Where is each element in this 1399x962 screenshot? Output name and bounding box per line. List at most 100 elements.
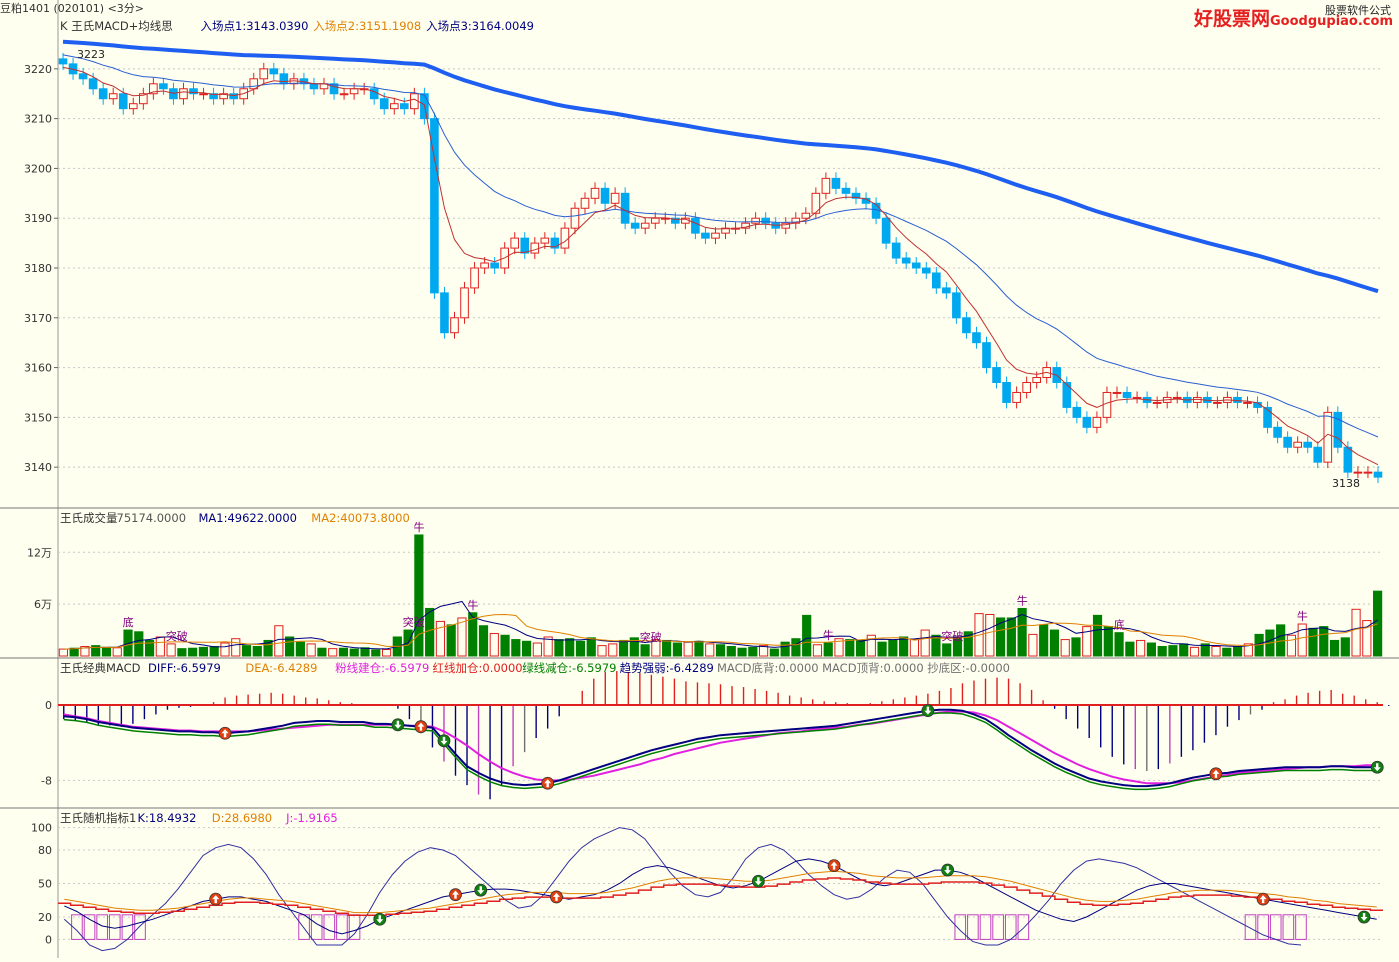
volume-bar bbox=[252, 645, 262, 657]
volume-bar bbox=[726, 645, 736, 657]
candle-body bbox=[520, 237, 530, 254]
volume-bar bbox=[1114, 632, 1124, 657]
candle-body bbox=[78, 73, 88, 80]
candle-body bbox=[1283, 436, 1292, 448]
candle-body bbox=[921, 267, 931, 274]
candle-body bbox=[1022, 382, 1031, 393]
volume-bar bbox=[575, 640, 586, 657]
volume-bar bbox=[1103, 626, 1113, 657]
candle-body bbox=[98, 88, 108, 100]
volume-bar bbox=[618, 639, 629, 657]
symbol-name: 豆粕1401 bbox=[0, 2, 50, 15]
volume-signal-label: 突破 bbox=[166, 629, 188, 643]
volume-bar bbox=[425, 607, 435, 657]
volume-bar bbox=[1028, 633, 1038, 657]
candle-body bbox=[691, 217, 700, 234]
candle-body bbox=[399, 103, 409, 110]
volume-bar bbox=[748, 646, 758, 657]
volume-bar bbox=[1351, 608, 1361, 657]
volume-bar bbox=[1308, 627, 1318, 657]
candle-body bbox=[379, 98, 389, 110]
candle-body bbox=[1343, 446, 1353, 473]
price-tick-label: 3190 bbox=[24, 212, 52, 225]
macd-tick-label: 0 bbox=[45, 699, 52, 712]
candle-body bbox=[560, 227, 570, 249]
macd-legend-item: 粉线建仓:-6.5979 bbox=[335, 661, 429, 675]
kdj-tick-label: 100 bbox=[31, 822, 52, 835]
volume-signal-label: 牛 bbox=[1017, 593, 1028, 607]
volume-signal-label: 牛 bbox=[467, 598, 478, 612]
candle-body bbox=[269, 68, 279, 75]
volume-bar bbox=[1039, 624, 1049, 657]
macd-tick-label: -8 bbox=[41, 774, 52, 787]
kdj-legend-item: J:-1.9165 bbox=[285, 811, 338, 825]
candle-body bbox=[942, 287, 951, 294]
stock-chart-svg[interactable]: 32233138 底牛牛突破突破突破 突破牛牛底牛 322032103200319… bbox=[0, 0, 1399, 958]
volume-signal-label: 突破 bbox=[941, 629, 963, 643]
volume-bar bbox=[522, 640, 532, 657]
candle-body bbox=[711, 232, 720, 239]
macd-legend-item: DEA:-6.4289 bbox=[245, 661, 317, 675]
candle-body bbox=[751, 217, 760, 224]
candle-body bbox=[450, 317, 459, 334]
volume-bar bbox=[1286, 634, 1297, 657]
kdj-tick-label: 80 bbox=[38, 844, 52, 857]
volume-bar bbox=[1136, 639, 1146, 657]
candle-body bbox=[349, 88, 359, 95]
volume-tick-label: 6万 bbox=[34, 598, 52, 611]
candle-body bbox=[952, 292, 961, 319]
volume-bar bbox=[58, 648, 68, 657]
macd-legend-item: MACD顶背:0.0000 bbox=[822, 661, 924, 675]
volume-bar bbox=[478, 625, 489, 657]
candle-body bbox=[650, 217, 660, 224]
candle-body bbox=[640, 222, 650, 229]
candle-body bbox=[199, 93, 208, 96]
volume-bar bbox=[672, 642, 683, 657]
volume-bar bbox=[597, 645, 607, 657]
volume-bar bbox=[608, 643, 618, 657]
volume-signal-label: 牛 bbox=[1297, 609, 1308, 623]
candle-body bbox=[630, 222, 640, 229]
volume-bar bbox=[586, 637, 596, 657]
candle-body bbox=[901, 257, 911, 264]
candle-body bbox=[1303, 441, 1313, 448]
volume-bar bbox=[1211, 645, 1221, 657]
volume-bar bbox=[920, 629, 930, 657]
candle-body bbox=[389, 103, 399, 110]
macd-legend-item: 趋势强弱:-6.4289 bbox=[620, 661, 714, 675]
volume-bar bbox=[845, 639, 855, 657]
chart-window: 3223 3138 底牛牛突破 突破 突破 突破牛牛底牛 3220 3210 3200 319… bbox=[0, 0, 1399, 958]
volume-bar bbox=[500, 634, 510, 657]
volume-signal-label: 底 bbox=[1114, 618, 1125, 632]
volume-bar bbox=[306, 643, 316, 657]
volume-bar bbox=[1232, 645, 1243, 657]
volume-bar bbox=[338, 647, 349, 657]
macd-legend-item: DIFF:-6.5979 bbox=[148, 661, 221, 675]
candle-body bbox=[118, 93, 128, 110]
price-legend-item: 入场点3:3164.0049 bbox=[426, 19, 534, 33]
candle-body bbox=[600, 187, 610, 204]
volume-bar bbox=[769, 648, 779, 657]
volume-bar bbox=[1049, 629, 1060, 657]
candle-body bbox=[309, 83, 319, 90]
candle-body bbox=[701, 232, 710, 239]
candle-body bbox=[1122, 391, 1132, 398]
price-high-label: 3223 bbox=[77, 48, 105, 61]
candle-body bbox=[159, 83, 168, 90]
candle-body bbox=[580, 197, 590, 209]
volume-bar bbox=[812, 644, 823, 657]
kdj-tick-label: 50 bbox=[38, 878, 52, 891]
candle-body bbox=[972, 332, 981, 344]
candle-body bbox=[610, 192, 620, 204]
volume-bar bbox=[177, 648, 187, 657]
macd-legend-item: MACD底背:0.0000 bbox=[717, 661, 819, 675]
candle-body bbox=[540, 237, 550, 244]
volume-bar bbox=[1340, 637, 1350, 657]
volume-bar bbox=[1006, 617, 1016, 657]
candle-body bbox=[891, 242, 901, 259]
volume-bar bbox=[274, 625, 284, 657]
volume-bar bbox=[317, 647, 327, 657]
candle-body bbox=[590, 187, 600, 199]
candle-body bbox=[1273, 426, 1282, 438]
volume-tick-label: 12万 bbox=[27, 546, 52, 559]
